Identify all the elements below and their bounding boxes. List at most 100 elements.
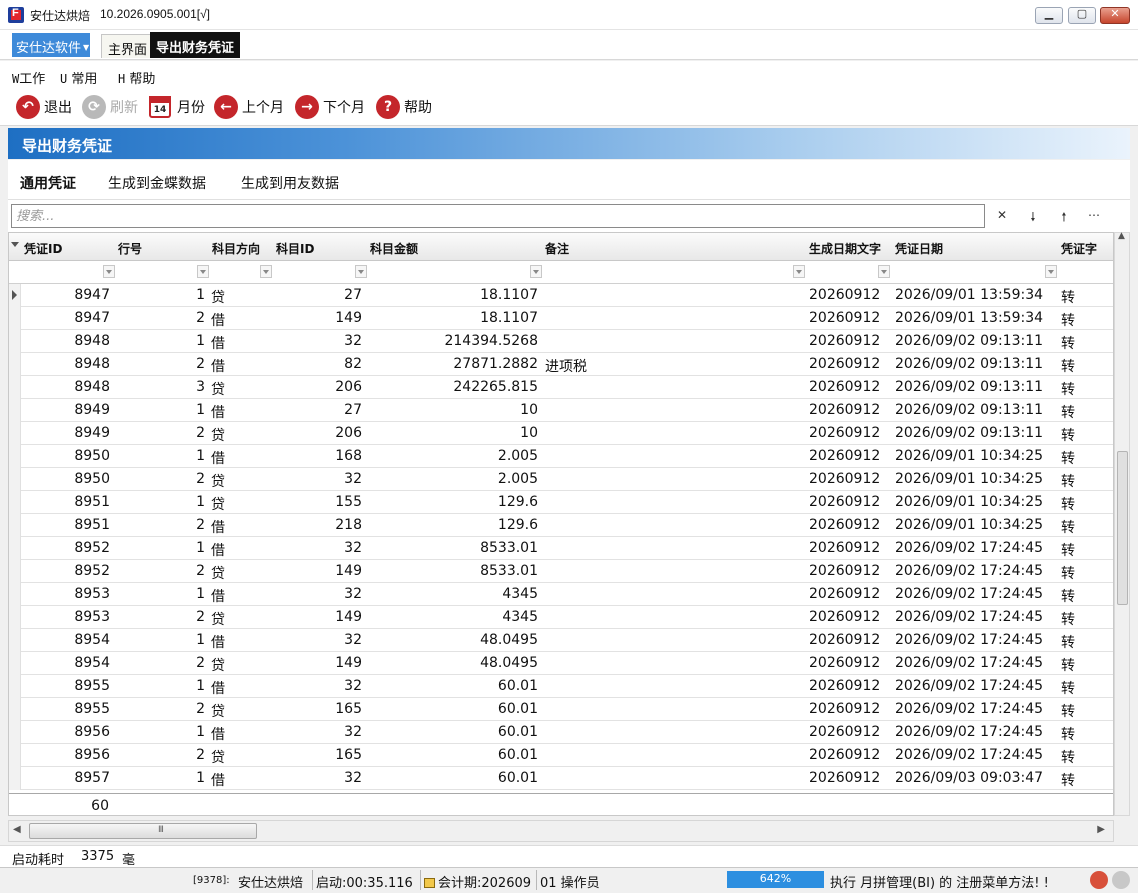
col-header-voucher-word[interactable]: 凭证字 xyxy=(1061,240,1097,257)
cell-gen-date[interactable]: 20260912 xyxy=(809,678,899,694)
cell-subject-id[interactable]: 32 xyxy=(271,678,362,694)
table-row[interactable]: 8956 2 贷 165 60.01 20260912 2026/09/02 17:24:4… xyxy=(9,744,1113,767)
cell-voucher-date[interactable]: 2026/09/02 09:13:11 xyxy=(895,379,1060,395)
col-header-voucher-date[interactable]: 凭证日期 xyxy=(895,240,943,257)
cell-direction[interactable]: 贷 xyxy=(211,563,271,583)
cell-subject-id[interactable]: 168 xyxy=(271,448,362,464)
cell-voucher-date[interactable]: 2026/09/01 10:34:25 xyxy=(895,517,1060,533)
cell-voucher-id[interactable]: 8952 xyxy=(9,540,110,556)
cell-line-no[interactable]: 2 xyxy=(110,655,205,671)
cell-voucher-date[interactable]: 2026/09/02 17:24:45 xyxy=(895,586,1060,602)
cell-voucher-word[interactable]: 转 xyxy=(1061,517,1091,537)
cell-gen-date[interactable]: 20260912 xyxy=(809,356,899,372)
cell-voucher-word[interactable]: 转 xyxy=(1061,724,1091,744)
cell-voucher-id[interactable]: 8950 xyxy=(9,448,110,464)
cell-direction[interactable]: 借 xyxy=(211,402,271,422)
filter-icon[interactable] xyxy=(355,265,367,278)
help-button[interactable]: ? 帮助 xyxy=(376,94,432,120)
table-row[interactable]: 8950 2 贷 32 2.005 20260912 2026/09/01 10:34:25… xyxy=(9,468,1113,491)
cell-voucher-word[interactable]: 转 xyxy=(1061,287,1091,307)
cell-subject-id[interactable]: 32 xyxy=(271,333,362,349)
cell-direction[interactable]: 借 xyxy=(211,632,271,652)
cell-subject-id[interactable]: 149 xyxy=(271,655,362,671)
table-row[interactable]: 8956 1 借 32 60.01 20260912 2026/09/02 17:24:45… xyxy=(9,721,1113,744)
cell-voucher-word[interactable]: 转 xyxy=(1061,678,1091,698)
cell-voucher-id[interactable]: 8954 xyxy=(9,632,110,648)
cell-direction[interactable]: 贷 xyxy=(211,425,271,445)
cell-line-no[interactable]: 2 xyxy=(110,356,205,372)
cell-line-no[interactable]: 1 xyxy=(110,402,205,418)
cell-amount[interactable]: 214394.5268 xyxy=(362,333,538,349)
cell-voucher-id[interactable]: 8952 xyxy=(9,563,110,579)
cell-voucher-id[interactable]: 8953 xyxy=(9,609,110,625)
cell-voucher-id[interactable]: 8951 xyxy=(9,517,110,533)
cell-voucher-date[interactable]: 2026/09/02 17:24:45 xyxy=(895,701,1060,717)
cell-amount[interactable]: 48.0495 xyxy=(362,632,538,648)
more-options-icon[interactable]: ⋯ xyxy=(1084,208,1104,226)
cell-subject-id[interactable]: 206 xyxy=(271,379,362,395)
cell-amount[interactable]: 60.01 xyxy=(362,678,538,694)
table-row[interactable]: 8954 2 贷 149 48.0495 20260912 2026/09/02 17:24… xyxy=(9,652,1113,675)
software-menu-button[interactable]: 安仕达软件 ▼ xyxy=(12,33,90,57)
cell-amount[interactable]: 2.005 xyxy=(362,471,538,487)
cell-gen-date[interactable]: 20260912 xyxy=(809,517,899,533)
menu-work[interactable]: W工作 xyxy=(12,68,45,87)
cell-note[interactable]: 进项税 xyxy=(545,356,795,376)
cell-gen-date[interactable]: 20260912 xyxy=(809,724,899,740)
filter-icon[interactable] xyxy=(878,265,890,278)
cell-voucher-word[interactable]: 转 xyxy=(1061,540,1091,560)
cell-gen-date[interactable]: 20260912 xyxy=(809,770,899,786)
cell-line-no[interactable]: 1 xyxy=(110,494,205,510)
col-header-note[interactable]: 备注 xyxy=(545,240,569,257)
filter-icon[interactable] xyxy=(1045,265,1057,278)
cell-direction[interactable]: 借 xyxy=(211,356,271,376)
tab-home[interactable]: 主界面 xyxy=(101,34,155,58)
cell-direction[interactable]: 借 xyxy=(211,678,271,698)
cell-gen-date[interactable]: 20260912 xyxy=(809,448,899,464)
col-header-gen-date-text[interactable]: 生成日期文字 xyxy=(809,240,881,257)
cell-voucher-id[interactable]: 8956 xyxy=(9,724,110,740)
cell-voucher-id[interactable]: 8948 xyxy=(9,333,110,349)
cell-amount[interactable]: 242265.815 xyxy=(362,379,538,395)
sort-arrow-icon[interactable] xyxy=(11,242,19,247)
cell-line-no[interactable]: 1 xyxy=(110,770,205,786)
cell-voucher-id[interactable]: 8955 xyxy=(9,678,110,694)
cell-gen-date[interactable]: 20260912 xyxy=(809,609,899,625)
cell-voucher-date[interactable]: 2026/09/02 09:13:11 xyxy=(895,356,1060,372)
table-row[interactable]: 8948 3 贷 206 242265.815 20260912 2026/09/02 09… xyxy=(9,376,1113,399)
cell-voucher-word[interactable]: 转 xyxy=(1061,333,1091,353)
cell-line-no[interactable]: 2 xyxy=(110,701,205,717)
cell-direction[interactable]: 贷 xyxy=(211,287,271,307)
cell-direction[interactable]: 借 xyxy=(211,517,271,537)
next-month-button[interactable]: → 下个月 xyxy=(295,94,365,120)
cell-voucher-date[interactable]: 2026/09/01 10:34:25 xyxy=(895,494,1060,510)
cell-direction[interactable]: 借 xyxy=(211,448,271,468)
cell-amount[interactable]: 4345 xyxy=(362,586,538,602)
cell-voucher-date[interactable]: 2026/09/02 17:24:45 xyxy=(895,724,1060,740)
cell-voucher-id[interactable]: 8947 xyxy=(9,287,110,303)
cell-voucher-id[interactable]: 8954 xyxy=(9,655,110,671)
cell-line-no[interactable]: 2 xyxy=(110,747,205,763)
cell-gen-date[interactable]: 20260912 xyxy=(809,287,899,303)
cell-voucher-id[interactable]: 8951 xyxy=(9,494,110,510)
cell-voucher-date[interactable]: 2026/09/02 09:13:11 xyxy=(895,402,1060,418)
cell-voucher-date[interactable]: 2026/09/02 17:24:45 xyxy=(895,655,1060,671)
cell-voucher-word[interactable]: 转 xyxy=(1061,471,1091,491)
cell-line-no[interactable]: 2 xyxy=(110,310,205,326)
cell-voucher-id[interactable]: 8949 xyxy=(9,402,110,418)
cell-gen-date[interactable]: 20260912 xyxy=(809,747,899,763)
cell-voucher-id[interactable]: 8953 xyxy=(9,586,110,602)
maximize-button[interactable]: ▢ xyxy=(1068,7,1096,24)
prev-month-button[interactable]: ← 上个月 xyxy=(214,94,284,120)
cell-line-no[interactable]: 3 xyxy=(110,379,205,395)
scroll-left-icon[interactable]: ◀ xyxy=(13,824,21,835)
table-row[interactable]: 8952 2 贷 149 8533.01 20260912 2026/09/02 17:24… xyxy=(9,560,1113,583)
table-row[interactable]: 8955 1 借 32 60.01 20260912 2026/09/02 17:24:45… xyxy=(9,675,1113,698)
table-row[interactable]: 8947 2 借 149 18.1107 20260912 2026/09/01 13:59… xyxy=(9,307,1113,330)
table-row[interactable]: 8954 1 借 32 48.0495 20260912 2026/09/02 17:24:… xyxy=(9,629,1113,652)
user-icon[interactable] xyxy=(1112,871,1130,889)
table-row[interactable]: 8947 1 贷 27 18.1107 20260912 2026/09/01 13:59:… xyxy=(9,284,1113,307)
vertical-scroll-thumb[interactable] xyxy=(1117,451,1128,605)
cell-line-no[interactable]: 1 xyxy=(110,287,205,303)
cell-subject-id[interactable]: 27 xyxy=(271,287,362,303)
